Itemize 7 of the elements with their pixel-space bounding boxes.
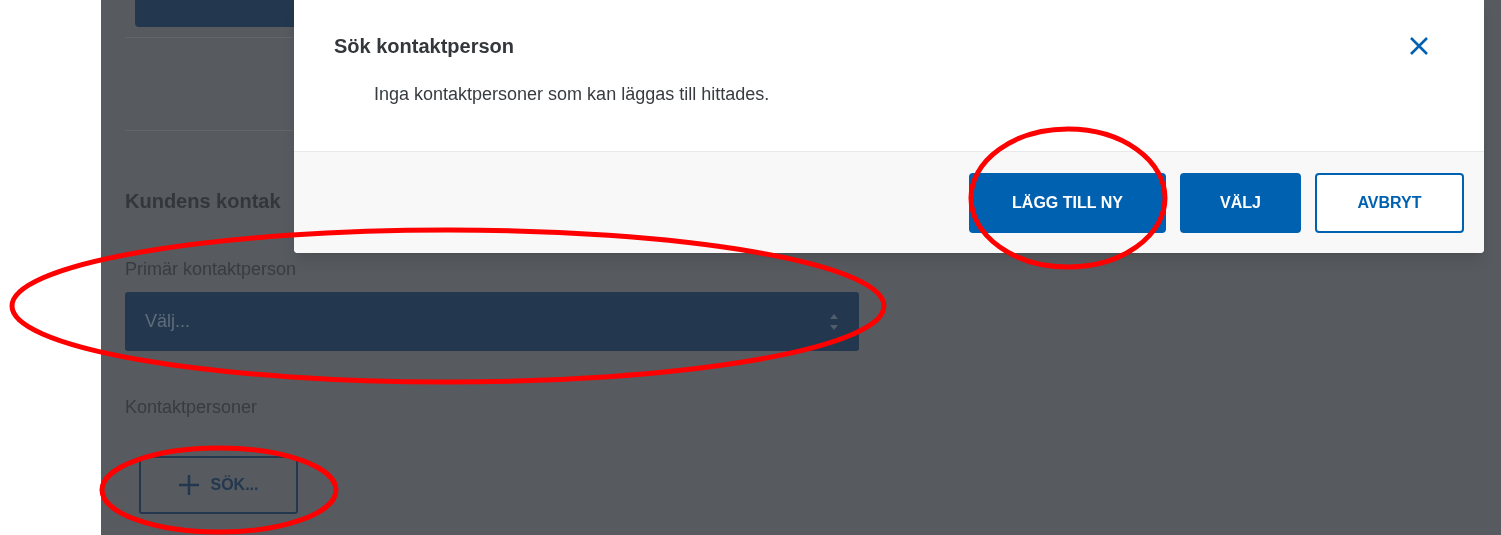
dialog-button[interactable]: AVBRYT <box>1315 172 1464 233</box>
dialog-message: Inga kontaktpersoner som kan läggas till hittades. <box>374 83 771 106</box>
plus-icon <box>178 474 201 496</box>
dialog-button[interactable]: LÄGG TILL NY <box>969 172 1166 233</box>
dialog-title: Sök kontaktperson <box>334 34 515 59</box>
close-icon[interactable] <box>1409 36 1429 56</box>
dialog-button[interactable]: VÄLJ <box>1180 172 1301 233</box>
